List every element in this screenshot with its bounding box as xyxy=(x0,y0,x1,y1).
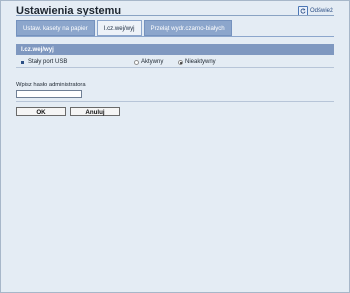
usb-port-label: Stały port USB xyxy=(28,59,68,65)
settings-panel: Ustawienia systemu Odśwież Ustaw. kasety… xyxy=(0,0,350,293)
section-header: I.cz.wej/wyj xyxy=(16,44,334,55)
admin-password-label: Wpisz hasło administratora xyxy=(16,82,86,88)
password-divider xyxy=(16,101,334,102)
tab-paper-tray-settings[interactable]: Ustaw. kasety na papier xyxy=(16,20,95,36)
option-inactive-label: Nieaktywny xyxy=(185,59,216,65)
tab-interface-settings[interactable]: I.cz.wej/wyj xyxy=(96,20,142,36)
tab-bar: Ustaw. kasety na papier I.cz.wej/wyj Prz… xyxy=(16,20,232,36)
usb-port-label-group: Stały port USB xyxy=(21,59,67,65)
option-active[interactable]: Aktywny xyxy=(134,59,163,65)
usb-port-row: Stały port USB Aktywny Nieaktywny xyxy=(16,57,334,67)
radio-active[interactable] xyxy=(134,59,139,65)
tab-bw-print-switch[interactable]: Przełąt wydr.czarno-białych xyxy=(143,20,232,36)
tabs-divider xyxy=(16,36,334,37)
ok-button[interactable]: OK xyxy=(16,107,66,116)
title-divider xyxy=(16,15,334,16)
bullet-icon xyxy=(21,60,24,64)
radio-inactive[interactable] xyxy=(178,59,183,65)
refresh-label: Odśwież xyxy=(309,8,333,14)
option-active-label: Aktywny xyxy=(141,59,164,65)
row-divider xyxy=(16,67,334,68)
option-inactive[interactable]: Nieaktywny xyxy=(178,59,216,65)
admin-password-input[interactable] xyxy=(16,90,82,98)
cancel-button[interactable]: Anuluj xyxy=(70,107,120,116)
